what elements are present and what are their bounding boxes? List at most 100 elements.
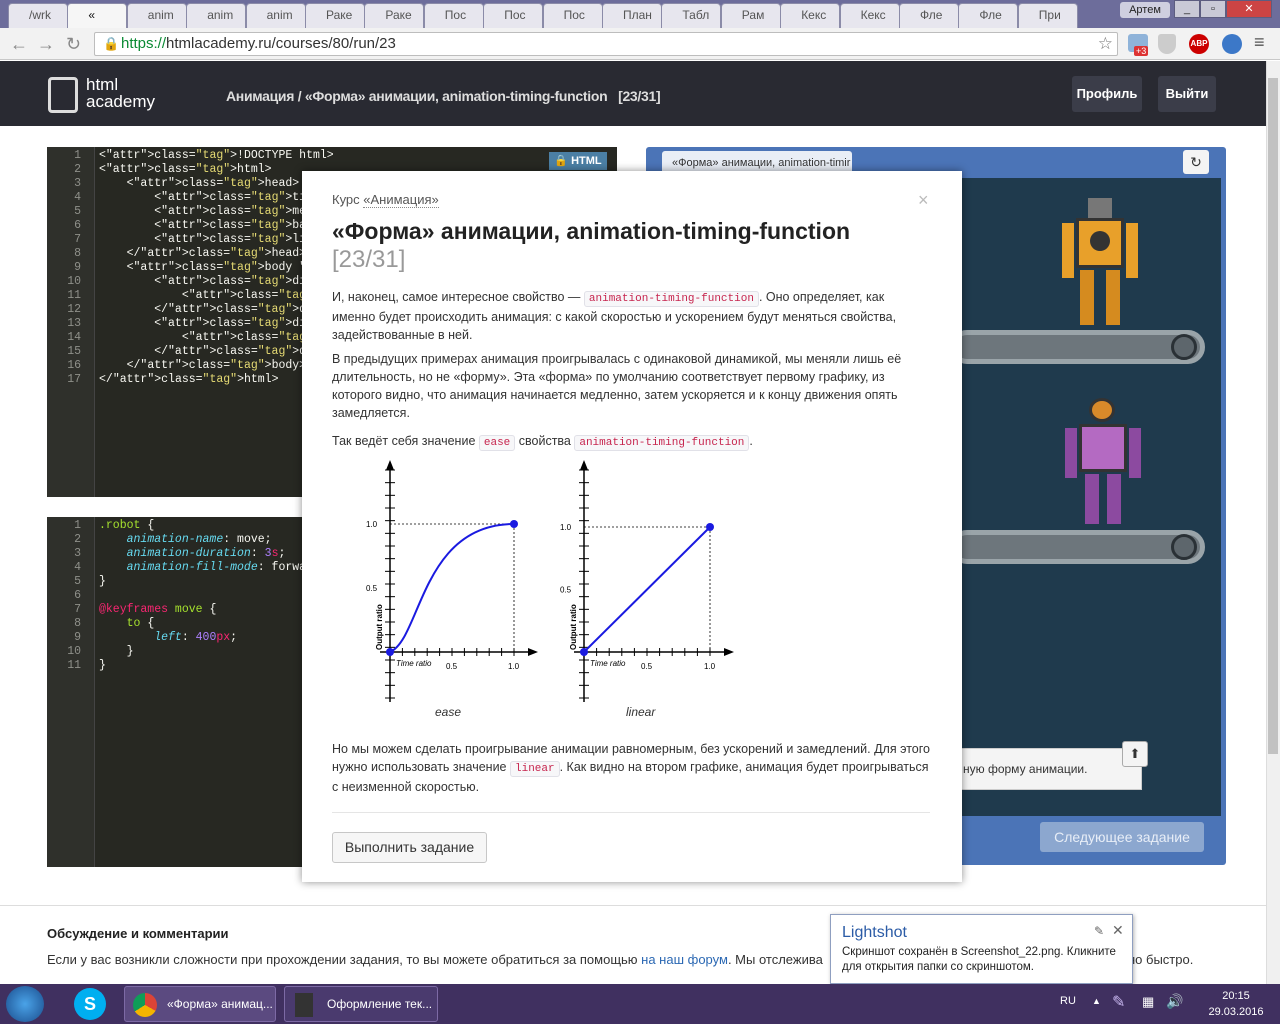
execute-task-button[interactable]: Выполнить задание <box>332 832 487 863</box>
system-clock[interactable]: 20:15 29.03.2016 <box>1196 988 1276 1020</box>
browser-tab[interactable]: Фле <box>899 3 959 28</box>
reload-icon[interactable]: ↻ <box>66 34 81 55</box>
code-line[interactable]: </"attr">class="tag">div> <box>99 303 327 317</box>
line-number: 7 <box>74 603 81 616</box>
chart-caption: ease <box>435 705 461 719</box>
series-line <box>583 526 711 653</box>
logo-text[interactable]: html academy <box>86 76 155 110</box>
line-number: 10 <box>67 275 81 288</box>
code-line[interactable]: </"attr">class="tag">div> <box>99 345 327 359</box>
code-line[interactable]: left: 400px; <box>99 631 237 645</box>
bookmark-star-icon[interactable]: ☆ <box>1098 33 1113 55</box>
maximize-button[interactable]: ▫ <box>1200 0 1226 18</box>
profile-button[interactable]: Профиль <box>1072 76 1142 112</box>
taskbar-app-chrome[interactable]: «Форма» анимац... <box>124 986 276 1022</box>
close-notification-button[interactable]: ✕ <box>1112 922 1124 939</box>
browser-tab[interactable]: anim <box>245 3 306 28</box>
browser-tab[interactable]: При <box>1017 3 1078 28</box>
language-indicator[interactable]: RU <box>1060 995 1076 1007</box>
end-point <box>706 523 714 531</box>
back-arrow-icon[interactable]: ← <box>10 34 28 55</box>
start-point <box>386 648 394 656</box>
paragraph-3: Так ведёт себя значение ease свойства an… <box>332 432 930 452</box>
browser-tab[interactable]: Раке <box>305 3 365 28</box>
minimize-button[interactable]: _ <box>1174 0 1200 18</box>
logout-button[interactable]: Выйти <box>1158 76 1216 112</box>
modal-step: [23/31] <box>332 246 406 273</box>
line-number: 4 <box>74 191 81 204</box>
line-number: 5 <box>74 205 81 218</box>
browser-tab[interactable]: Раке <box>364 3 425 28</box>
browser-tab[interactable]: Табл <box>661 3 722 28</box>
skype-icon[interactable]: S <box>74 988 106 1020</box>
p3-code-property: animation-timing-function <box>574 435 750 451</box>
start-button[interactable] <box>6 986 44 1022</box>
forward-arrow-icon[interactable]: → <box>37 34 55 55</box>
code-line[interactable]: animation-fill-mode: forwar <box>99 561 313 575</box>
browser-tab[interactable]: Рам <box>720 3 781 28</box>
browser-tab[interactable]: « <box>67 3 128 28</box>
network-icon[interactable]: ▦ <box>1142 994 1154 1010</box>
clock-time: 20:15 <box>1222 990 1250 1002</box>
url-path: htmlacademy.ru/courses/80/run/23 <box>166 35 396 52</box>
code-line[interactable]: <"attr">class="tag">head> <box>99 177 300 191</box>
taskbar-app-editor[interactable]: Оформление тек... <box>284 986 438 1022</box>
x-tick-label: 1.0 <box>508 662 520 671</box>
next-task-button[interactable]: Следующее задание <box>1040 822 1204 852</box>
browser-tab[interactable]: Пос <box>542 3 603 28</box>
line-number: 15 <box>67 345 81 358</box>
code-line[interactable]: </"attr">class="tag">body> <box>99 359 307 373</box>
collapse-hint-button[interactable]: ⬆ <box>1122 741 1148 767</box>
volume-icon[interactable]: 🔊 <box>1166 993 1183 1010</box>
close-modal-button[interactable]: × <box>918 190 929 211</box>
line-number: 10 <box>67 645 81 658</box>
code-line[interactable]: } <box>99 659 106 673</box>
taskbar-app-chrome-label: «Форма» анимац... <box>167 997 273 1011</box>
pin-icon[interactable]: ✎ <box>1094 924 1104 938</box>
browser-tab[interactable]: Кекс <box>780 3 841 28</box>
browser-tab[interactable]: /wrk <box>8 3 68 28</box>
logo-line-1: html <box>86 75 119 94</box>
browser-tab[interactable]: Кекс <box>839 3 900 28</box>
globe-extension-icon[interactable] <box>1222 34 1242 54</box>
logo-icon[interactable] <box>48 77 78 113</box>
code-line[interactable]: } <box>99 645 134 659</box>
browser-tab[interactable]: anim <box>186 3 247 28</box>
paragraph-4: Но мы можем сделать проигрывание анимаци… <box>332 740 930 796</box>
line-number: 8 <box>74 247 81 260</box>
menu-icon[interactable]: ≡ <box>1254 32 1265 53</box>
forum-link[interactable]: на наш форум <box>641 952 728 967</box>
p4-code: linear <box>510 761 560 777</box>
browser-tab[interactable]: Фле <box>958 3 1019 28</box>
tray-expand-icon[interactable]: ▲ <box>1092 996 1101 1006</box>
html-badge: 🔒 HTML <box>549 152 607 170</box>
code-line[interactable]: .robot { <box>99 519 154 533</box>
browser-tab[interactable]: Пос <box>483 3 544 28</box>
code-line[interactable]: </"attr">class="tag">head> <box>99 247 307 261</box>
address-bar[interactable]: 🔒 https://htmlacademy.ru/courses/80/run/… <box>94 32 1118 56</box>
browser-tab[interactable]: План <box>602 3 662 28</box>
code-line[interactable]: } <box>99 575 106 589</box>
code-line[interactable]: animation-duration: 3s; <box>99 547 286 561</box>
adblock-icon[interactable]: ABP <box>1189 34 1209 54</box>
timing-function-charts: 1.0 0.5 0.5 1.0 Time ratio Output ratio ease 1.… <box>366 460 734 719</box>
browser-tab[interactable]: Пос <box>423 3 484 28</box>
profile-badge[interactable]: Артем <box>1120 2 1170 18</box>
line-number: 2 <box>74 533 81 546</box>
code-line[interactable]: to { <box>99 617 155 631</box>
code-line[interactable]: <"attr">class="tag">!DOCTYPE html> <box>99 149 334 163</box>
code-line[interactable]: @keyframes move { <box>99 603 216 617</box>
close-window-button[interactable]: ✕ <box>1226 0 1272 18</box>
p3-text-a: Так ведёт себя значение <box>332 434 479 448</box>
course-link[interactable]: «Анимация» <box>363 192 439 208</box>
lightshot-tray-icon[interactable]: ✎ <box>1112 992 1125 1012</box>
browser-tab[interactable]: anim <box>126 3 187 28</box>
refresh-preview-button[interactable]: ↻ <box>1183 150 1209 174</box>
code-line[interactable]: </"attr">class="tag">html> <box>99 373 278 387</box>
code-line[interactable]: <"attr">class="tag">html> <box>99 163 272 177</box>
p3-text-c: . <box>749 434 753 448</box>
shield-extension-icon[interactable] <box>1158 34 1176 54</box>
line-number: 5 <box>74 575 81 588</box>
scrollbar-thumb[interactable] <box>1268 78 1278 754</box>
code-line[interactable]: animation-name: move; <box>99 533 272 547</box>
